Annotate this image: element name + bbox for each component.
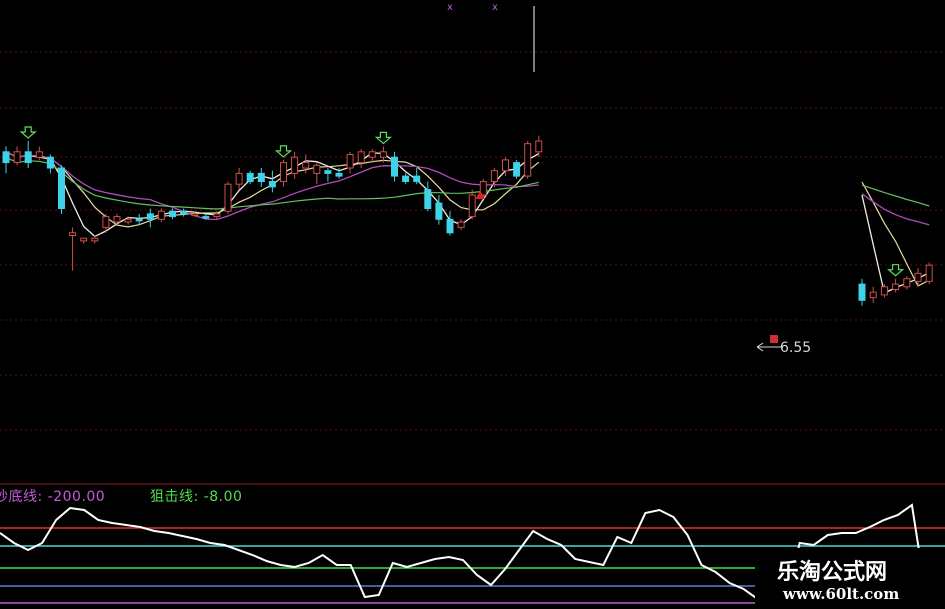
green-down-arrow-1 xyxy=(274,145,293,158)
candle-body-8 xyxy=(91,237,99,242)
candle-body-42 xyxy=(468,194,476,218)
candle-body-2 xyxy=(24,151,32,164)
price-low-marker xyxy=(756,335,782,352)
ma-long-line-seg1 xyxy=(861,184,930,207)
candle-body-20 xyxy=(224,183,232,212)
price-red-dot xyxy=(770,335,778,343)
candle-body-34 xyxy=(379,151,387,158)
candle-body-13 xyxy=(146,213,154,220)
candle-body-55 xyxy=(925,264,933,282)
candle-body-44 xyxy=(490,170,498,182)
candle-body-36 xyxy=(402,175,410,183)
candle-body-53 xyxy=(903,278,911,288)
candle-body-23 xyxy=(257,172,265,182)
candle-body-12 xyxy=(135,218,143,222)
candle-body-50 xyxy=(869,291,877,299)
candle-body-33 xyxy=(368,151,376,158)
green-down-arrow-3 xyxy=(886,264,905,277)
stock-chart-screen: x x 抄底线: -200.00 狙击线: -8.00 6.55 乐淘公式网 w… xyxy=(0,0,945,609)
candle-body-3 xyxy=(35,151,43,158)
chart-canvas: x x xyxy=(0,2,945,604)
candle-body-21 xyxy=(235,172,243,185)
candle-body-19 xyxy=(213,213,221,218)
top-marker-right: x xyxy=(492,2,498,13)
indicator-label-sniper-line: 狙击线: -8.00 xyxy=(150,489,243,505)
candle-body-32 xyxy=(357,151,365,164)
price-annotation: 6.55 xyxy=(780,340,812,356)
moving-average-lines xyxy=(5,151,930,295)
candle-body-10 xyxy=(113,216,121,223)
candle-body-17 xyxy=(191,213,199,216)
candle-body-24 xyxy=(268,181,276,188)
candle-body-1 xyxy=(13,151,21,164)
candle-body-15 xyxy=(169,210,176,218)
watermark-title: 乐淘公式网 xyxy=(777,560,888,585)
watermark-url: www.60lt.com xyxy=(783,585,900,603)
candle-body-28 xyxy=(313,164,321,174)
green-down-arrow-0 xyxy=(19,126,37,139)
candle-body-38 xyxy=(424,189,432,210)
candle-body-51 xyxy=(880,286,888,296)
ma-purple-line-seg1 xyxy=(861,193,930,226)
candle-body-49 xyxy=(858,283,866,301)
candle-body-30 xyxy=(335,172,343,177)
top-marker-left: x xyxy=(447,2,453,13)
horizontal-gridlines xyxy=(0,51,945,431)
candle-body-4 xyxy=(46,156,54,169)
candle-body-37 xyxy=(413,175,421,183)
candle-body-14 xyxy=(157,210,165,220)
candle-body-46 xyxy=(513,162,521,177)
candle-body-6 xyxy=(69,232,77,237)
candle-body-7 xyxy=(80,237,88,242)
watermark: 乐淘公式网 www.60lt.com xyxy=(755,548,945,609)
candle-body-18 xyxy=(202,216,210,219)
candle-body-35 xyxy=(391,156,398,177)
candle-body-29 xyxy=(324,170,332,174)
indicator-label-bottom-line: 抄底线: -200.00 xyxy=(0,489,106,505)
candle-body-9 xyxy=(102,216,110,228)
crosshair-marker: x x xyxy=(447,2,535,72)
candle-body-40 xyxy=(446,218,454,234)
candle-body-16 xyxy=(180,210,188,215)
candle-body-5 xyxy=(58,167,65,209)
candle-body-45 xyxy=(502,159,509,172)
candle-body-0 xyxy=(2,151,10,164)
ma-mid-line-seg1 xyxy=(861,181,930,287)
candle-body-47 xyxy=(524,143,532,177)
candle-body-26 xyxy=(291,156,299,174)
candle-body-48 xyxy=(535,140,543,153)
candle-body-54 xyxy=(914,272,922,282)
candle-body-22 xyxy=(246,172,254,182)
candle-body-31 xyxy=(346,154,354,169)
candle-body-11 xyxy=(124,218,132,223)
candle-body-41 xyxy=(457,221,465,228)
green-down-arrow-2 xyxy=(374,131,393,145)
candle-body-27 xyxy=(302,162,310,169)
candle-body-52 xyxy=(892,283,900,291)
candle-body-25 xyxy=(280,162,287,183)
candle-body-39 xyxy=(435,202,443,220)
